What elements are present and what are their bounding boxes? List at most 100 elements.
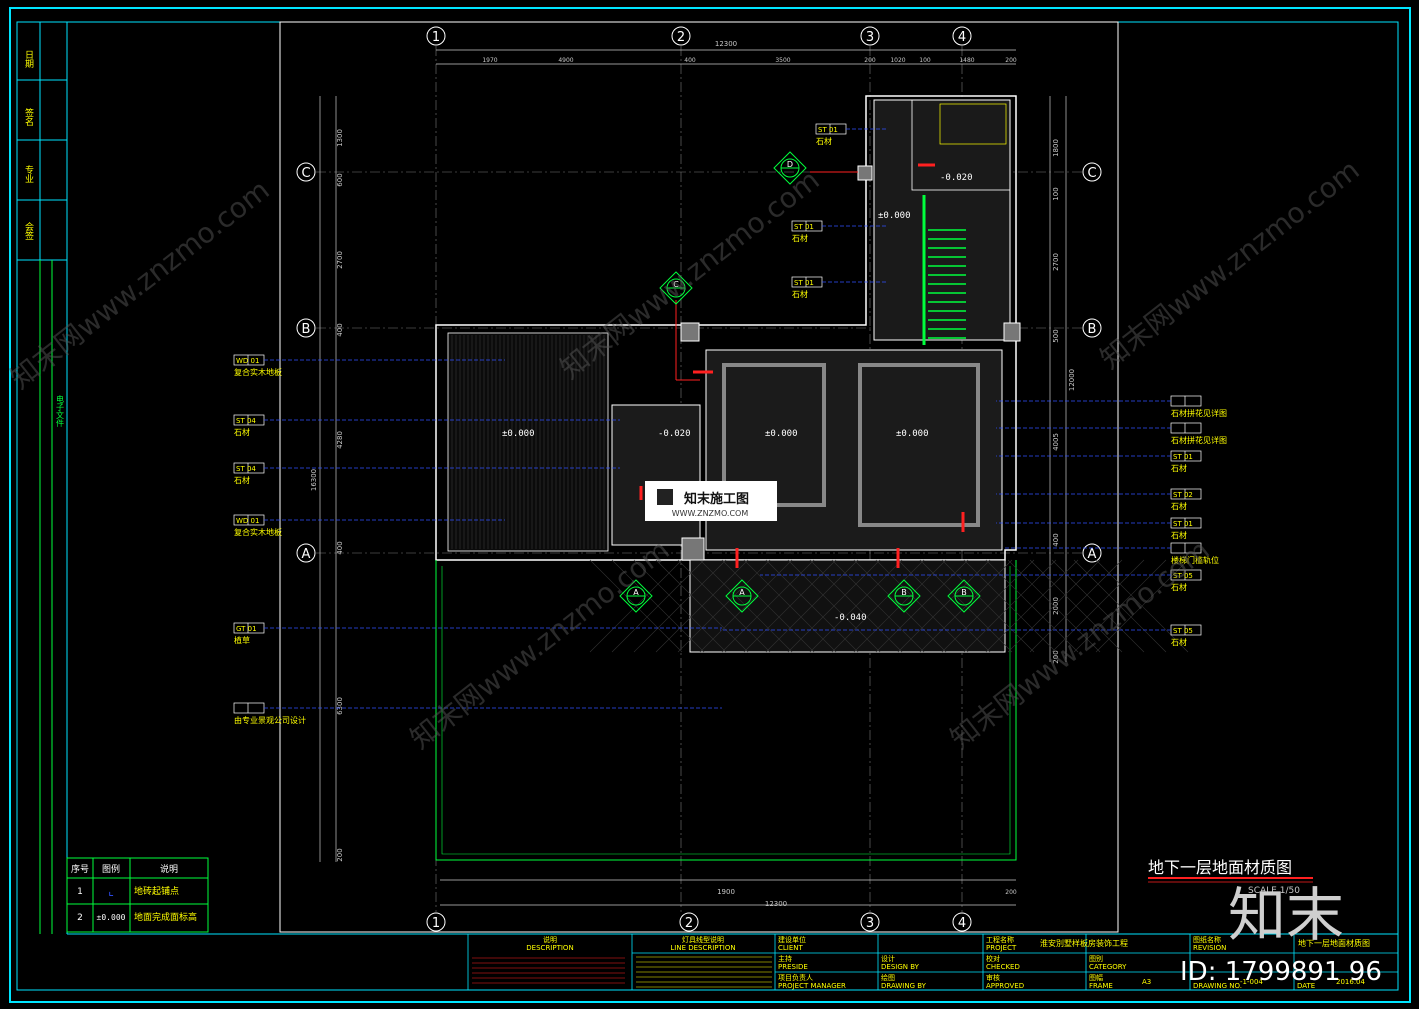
grid-col-4: 4 [958, 30, 966, 45]
section-marker-label: D [787, 160, 793, 169]
callout-text: 石材 [792, 289, 808, 299]
dim-right-3: 2700 [1052, 253, 1060, 271]
callout-code: ST 05 [1173, 627, 1193, 635]
level-stone-small: -0.020 [658, 429, 691, 439]
dim-top-8: 1480 [959, 57, 974, 64]
dim-top-1: 1970 [482, 57, 497, 64]
callout-text: 石材拼花见详图 [1171, 408, 1227, 418]
dim-right-2: 100 [1052, 187, 1060, 200]
callout-code: WD 01 [236, 517, 259, 525]
tb-approved-en: APPROVED [986, 982, 1024, 990]
callout-code: ST 01 [1173, 453, 1193, 461]
callout-text: 复合实木地板 [234, 367, 282, 377]
sidebar-label-major: 专业 [23, 164, 34, 183]
watermark-1: 知末网www.znzmo.com [4, 173, 276, 395]
tb-lines-sub: LINE DESCRIPTION [670, 944, 735, 952]
dim-left-3: 2700 [336, 251, 344, 269]
tb-client: 建设单位 [778, 935, 806, 944]
grid-row-a: A [302, 547, 311, 562]
callout-code: ST 02 [1173, 491, 1193, 499]
tb-frame-en: FRAME [1089, 982, 1113, 990]
grid-row-b-right: B [1088, 322, 1097, 337]
grid-row-c: C [301, 166, 310, 181]
callout-text: 石材 [816, 136, 832, 146]
tb-lines-title: 灯具线型说明 [682, 935, 724, 944]
callout-code: ST 01 [1173, 520, 1193, 528]
tb-design-en: DESIGN BY [881, 963, 920, 971]
section-marker-label: A [739, 588, 745, 597]
dim-bottom-3: 200 [1005, 889, 1017, 896]
grid-row-a-right: A [1088, 547, 1097, 562]
grid-col-1-bottom: 1 [432, 916, 440, 931]
tb-project-en: PROJECT [986, 944, 1017, 952]
dim-left-4: 400 [336, 323, 344, 336]
dim-top-4: 3500 [775, 57, 790, 64]
dim-left-2: 600 [336, 173, 344, 186]
callout-code: ST 01 [794, 279, 814, 287]
image-id: ID: 1799891 96 [1180, 957, 1382, 987]
legend-row1-no: 1 [77, 887, 83, 897]
callout-code: ST 01 [794, 223, 814, 231]
tb-client-en: CLIENT [778, 944, 804, 952]
dim-right-7: 2000 [1052, 597, 1060, 615]
legend-row1-sym: ⌞ [108, 884, 114, 898]
callout-code: ST 04 [236, 417, 256, 425]
tb-drawing: 绘图 [881, 973, 895, 982]
tb-frame-val: A3 [1142, 978, 1151, 986]
tb-check-en: CHECKED [986, 963, 1020, 971]
callout-right-2: ST 01 石材 [996, 450, 1202, 473]
dim-top-3: 400 [684, 57, 696, 64]
legend-header-sym: 图例 [102, 863, 120, 875]
level-stair: ±0.000 [878, 211, 911, 221]
legend-row2-no: 2 [77, 913, 83, 923]
sidebar-label-countersign: 会签 [23, 221, 34, 240]
callout-text: 石材 [234, 475, 250, 485]
watermark-3: 知末网www.znzmo.com [1094, 153, 1366, 375]
dim-left-7: 6300 [336, 697, 344, 715]
sidebar: 日期 签名 专业 会签 电子文件 [16, 21, 68, 934]
level-room-left: ±0.000 [765, 429, 798, 439]
dim-right-total: 12000 [1068, 369, 1076, 391]
tb-approved: 审核 [986, 973, 1000, 982]
dim-top-6: 1020 [890, 57, 905, 64]
legend-header-desc: 说明 [160, 863, 178, 875]
dim-top-2: 4900 [558, 57, 573, 64]
tb-project-label: 工程名称 [986, 935, 1014, 944]
callout-text: 石材拼花见详图 [1171, 435, 1227, 445]
tb-notes-sub: DESCRIPTION [526, 944, 573, 952]
tb-drawing-name-label: 图纸名称 [1193, 935, 1221, 944]
callout-text: 由专业景观公司设计 [234, 715, 306, 725]
tb-revision: REVISION [1193, 944, 1226, 952]
badge-url: WWW.ZNZMO.COM [672, 509, 749, 518]
tb-category-en: CATEGORY [1089, 963, 1127, 971]
tb-category: 图别 [1089, 954, 1103, 963]
level-terrace: -0.040 [834, 613, 867, 623]
section-marker-label: B [961, 588, 967, 597]
drawing-title: 地下一层地面材质图 [1148, 858, 1292, 877]
legend-table: 序号 图例 说明 1 ⌞ 地砖起铺点 2 ±0.000 地面完成面标高 [66, 857, 209, 933]
dims-left-text: 1300 600 2700 400 4280 400 6300 200 1630… [310, 129, 344, 862]
grid-row-c-right: C [1087, 166, 1096, 181]
dim-left-8: 200 [336, 848, 344, 861]
grid-col-2-bottom: 2 [685, 916, 693, 931]
callout-text: 石材 [1171, 501, 1187, 511]
callout-text: 石材 [1171, 463, 1187, 473]
tb-pm: 项目负责人 [778, 973, 813, 982]
legend-row2-desc: 地面完成面标高 [134, 911, 197, 923]
dim-left-5: 4280 [336, 431, 344, 449]
tb-design: 设计 [881, 954, 895, 963]
callout-text: 石材 [1171, 637, 1187, 647]
callout-code: WD 01 [236, 357, 259, 365]
dim-bottom-1: 1900 [717, 888, 735, 896]
brand-mark: 知末 [1228, 881, 1344, 949]
tb-preside: 主持 [778, 954, 792, 963]
dim-left-1: 1300 [336, 129, 344, 147]
dim-right-4: 500 [1052, 329, 1060, 342]
tb-frame: 图幅 [1089, 973, 1103, 982]
callout-right-0: 石材拼花见详图 [996, 395, 1227, 418]
callout-right-1: 石材拼花见详图 [996, 422, 1227, 445]
callout-right-4: ST 01 石材 [996, 517, 1202, 540]
badge-title: 知末施工图 [684, 491, 749, 507]
level-room-right: ±0.000 [896, 429, 929, 439]
legend-row1-desc: 地砖起铺点 [134, 885, 179, 897]
